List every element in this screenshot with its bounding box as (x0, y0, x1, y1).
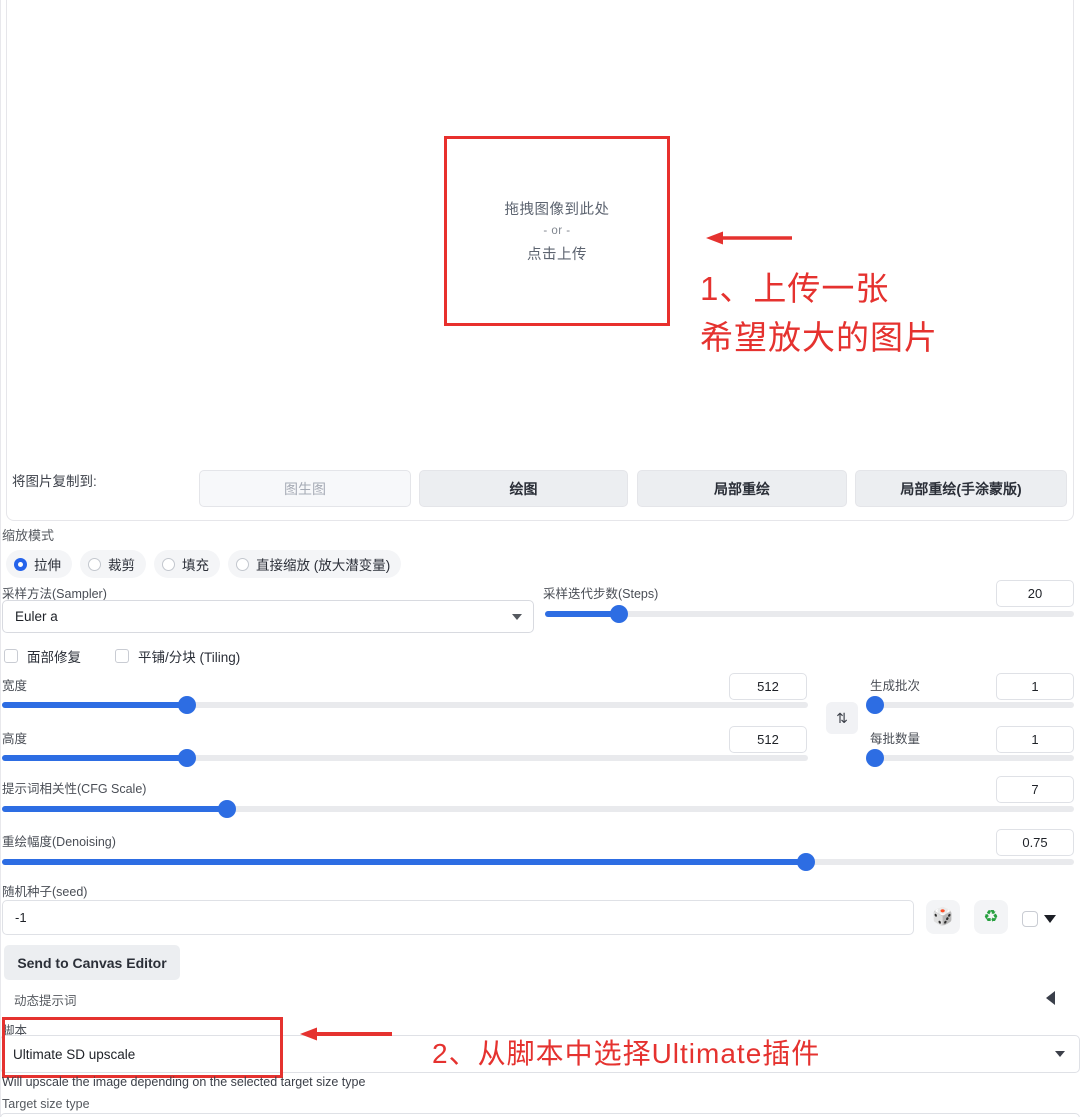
width-label: 宽度 (2, 679, 28, 693)
script-value: Ultimate SD upscale (13, 1046, 136, 1062)
batch-size-label: 每批数量 (870, 732, 921, 746)
steps-label: 采样迭代步数(Steps) (543, 587, 659, 601)
dropzone-upload-label[interactable]: 点击上传 (527, 243, 587, 264)
reuse-seed-button[interactable]: ♻ (974, 900, 1008, 934)
extra-seed-checkbox[interactable] (1022, 911, 1038, 927)
seed-label: 随机种子(seed) (2, 885, 88, 899)
annotation-arrow-step2 (300, 1027, 392, 1041)
batch-size-slider-knob[interactable] (866, 749, 884, 767)
resize-mode-option-label: 裁剪 (108, 558, 135, 573)
sampler-select[interactable]: Euler a (2, 600, 534, 633)
target-size-type-label: Target size type (2, 1097, 90, 1111)
send-to-canvas-editor-button[interactable]: Send to Canvas Editor (4, 945, 180, 980)
cfg-scale-value-box[interactable]: 7 (996, 776, 1074, 803)
cfg-scale-slider-fill (2, 806, 228, 812)
swap-arrows-icon: ⇅ (836, 709, 848, 726)
dropzone-drag-label: 拖拽图像到此处 (504, 202, 610, 218)
denoising-label: 重绘幅度(Denoising) (2, 835, 116, 849)
seed-input[interactable]: -1 (2, 900, 914, 935)
cfg-scale-slider-knob[interactable] (218, 800, 237, 818)
cfg-scale-label: 提示词相关性(CFG Scale) (2, 782, 147, 796)
copy-to-inpaint-button[interactable]: 局部重绘 (637, 470, 847, 507)
height-label: 高度 (2, 732, 28, 746)
copy-to-label: 将图片复制到: (12, 474, 97, 489)
app-screenshot: 拖拽图像到此处 - or - 点击上传 1、上传一张 希望放大的图片 将图片复制… (0, 0, 1080, 1117)
width-slider-knob[interactable] (178, 696, 197, 714)
resize-mode-option-crop[interactable]: 裁剪 (80, 550, 146, 578)
resize-mode-option-label: 直接缩放 (放大潜变量) (256, 558, 391, 573)
width-value-box[interactable]: 512 (729, 673, 807, 700)
radio-dot-icon (236, 557, 249, 571)
checkbox-icon[interactable] (4, 649, 18, 663)
resize-mode-label: 缩放模式 (2, 528, 55, 543)
image-input-panel: 拖拽图像到此处 - or - 点击上传 (6, 0, 1074, 521)
annotation-text-step2: 2、从脚本中选择Ultimate插件 (432, 1038, 821, 1069)
sampler-value: Euler a (15, 609, 58, 624)
height-value-box[interactable]: 512 (729, 726, 807, 753)
restore-faces-checkbox[interactable]: 面部修复 (4, 646, 81, 666)
width-slider-fill (2, 702, 188, 708)
copy-to-sketch-button[interactable]: 绘图 (419, 470, 628, 507)
steps-slider-knob[interactable] (610, 605, 629, 623)
height-slider-knob[interactable] (178, 749, 197, 767)
batch-size-slider[interactable] (866, 749, 1074, 767)
annotation-arrow-step1 (706, 231, 792, 245)
height-slider-fill (2, 755, 188, 761)
recycle-icon: ♻ (983, 907, 999, 926)
resize-mode-option-label: 拉伸 (34, 558, 61, 573)
dice-icon: 🎲 (932, 907, 954, 926)
chevron-left-icon[interactable] (1046, 991, 1055, 1005)
image-dropzone[interactable]: 拖拽图像到此处 - or - 点击上传 (444, 136, 670, 326)
batch-size-value-box[interactable]: 1 (996, 726, 1074, 753)
steps-slider-fill (545, 611, 620, 617)
denoising-value-box[interactable]: 0.75 (996, 829, 1074, 856)
batch-count-slider-knob[interactable] (866, 696, 884, 714)
batch-count-value-box[interactable]: 1 (996, 673, 1074, 700)
restore-faces-label: 面部修复 (27, 650, 81, 665)
chevron-down-icon (1055, 1051, 1065, 1057)
resize-mode-option-label: 填充 (182, 558, 209, 573)
steps-value-box[interactable]: 20 (996, 580, 1074, 607)
dropzone-or-label: - or - (543, 225, 571, 237)
dynamic-prompts-title: 动态提示词 (14, 994, 77, 1008)
tiling-checkbox[interactable]: 平铺/分块 (Tiling) (115, 646, 240, 666)
resize-mode-option-stretch[interactable]: 拉伸 (6, 550, 72, 578)
steps-slider[interactable] (545, 605, 1074, 623)
resize-mode-option-fill[interactable]: 填充 (154, 550, 220, 578)
resize-mode-option-latent[interactable]: 直接缩放 (放大潜变量) (228, 550, 402, 578)
denoising-slider-knob[interactable] (797, 853, 815, 871)
target-size-type-select[interactable] (0, 1113, 1080, 1117)
seed-value: -1 (15, 910, 27, 925)
radio-dot-icon (14, 557, 27, 571)
copy-to-inpaint-sketch-button[interactable]: 局部重绘(手涂蒙版) (855, 470, 1067, 507)
radio-dot-icon (88, 557, 101, 571)
random-seed-button[interactable]: 🎲 (926, 900, 960, 934)
annotation-text-step1: 1、上传一张 希望放大的图片 (700, 270, 938, 356)
denoising-slider[interactable] (2, 853, 1074, 871)
batch-count-label: 生成批次 (870, 679, 921, 693)
chevron-down-icon[interactable] (1044, 915, 1056, 923)
checkbox-icon[interactable] (115, 649, 129, 663)
copy-to-img2img-button[interactable]: 图生图 (199, 470, 411, 507)
height-slider[interactable] (2, 749, 808, 767)
resize-mode-radio-group: 拉伸 裁剪 填充 直接缩放 (放大潜变量) (6, 550, 402, 578)
batch-count-slider[interactable] (866, 696, 1074, 714)
dynamic-prompts-accordion[interactable] (0, 988, 1080, 1010)
denoising-slider-fill (2, 859, 806, 865)
script-help-text: Will upscale the image depending on the … (2, 1075, 366, 1089)
radio-dot-icon (162, 557, 175, 571)
left-edge-rule (0, 0, 1, 1117)
tiling-label: 平铺/分块 (Tiling) (138, 650, 241, 665)
swap-width-height-button[interactable]: ⇅ (826, 702, 858, 734)
width-slider[interactable] (2, 696, 808, 714)
cfg-scale-slider[interactable] (2, 800, 1074, 818)
chevron-down-icon (512, 614, 522, 620)
